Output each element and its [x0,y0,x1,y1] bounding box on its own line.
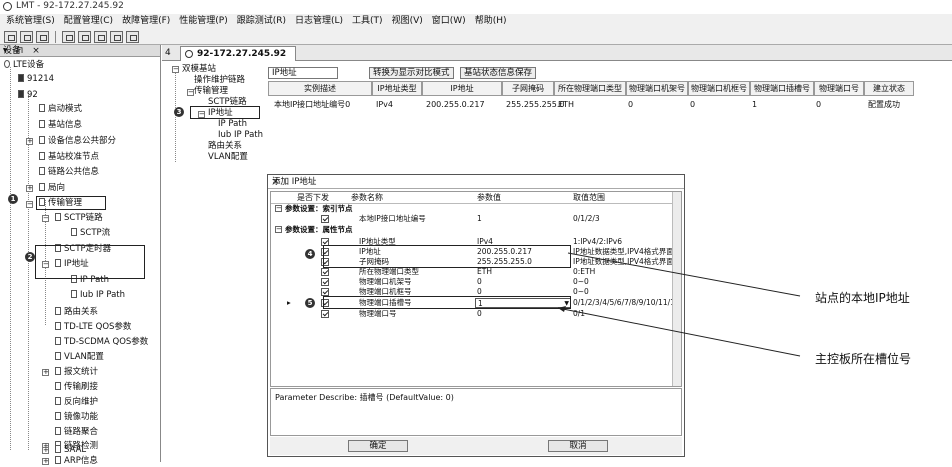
arrow-line-2 [557,307,801,357]
annotation-local-ip: 站点的本地IP地址 [815,291,910,305]
annotation-arrows [557,252,801,357]
annotation-slot: 主控板所在槽位号 [815,352,912,366]
arrow-line-1 [567,252,801,297]
arrow-head-2 [558,306,566,312]
